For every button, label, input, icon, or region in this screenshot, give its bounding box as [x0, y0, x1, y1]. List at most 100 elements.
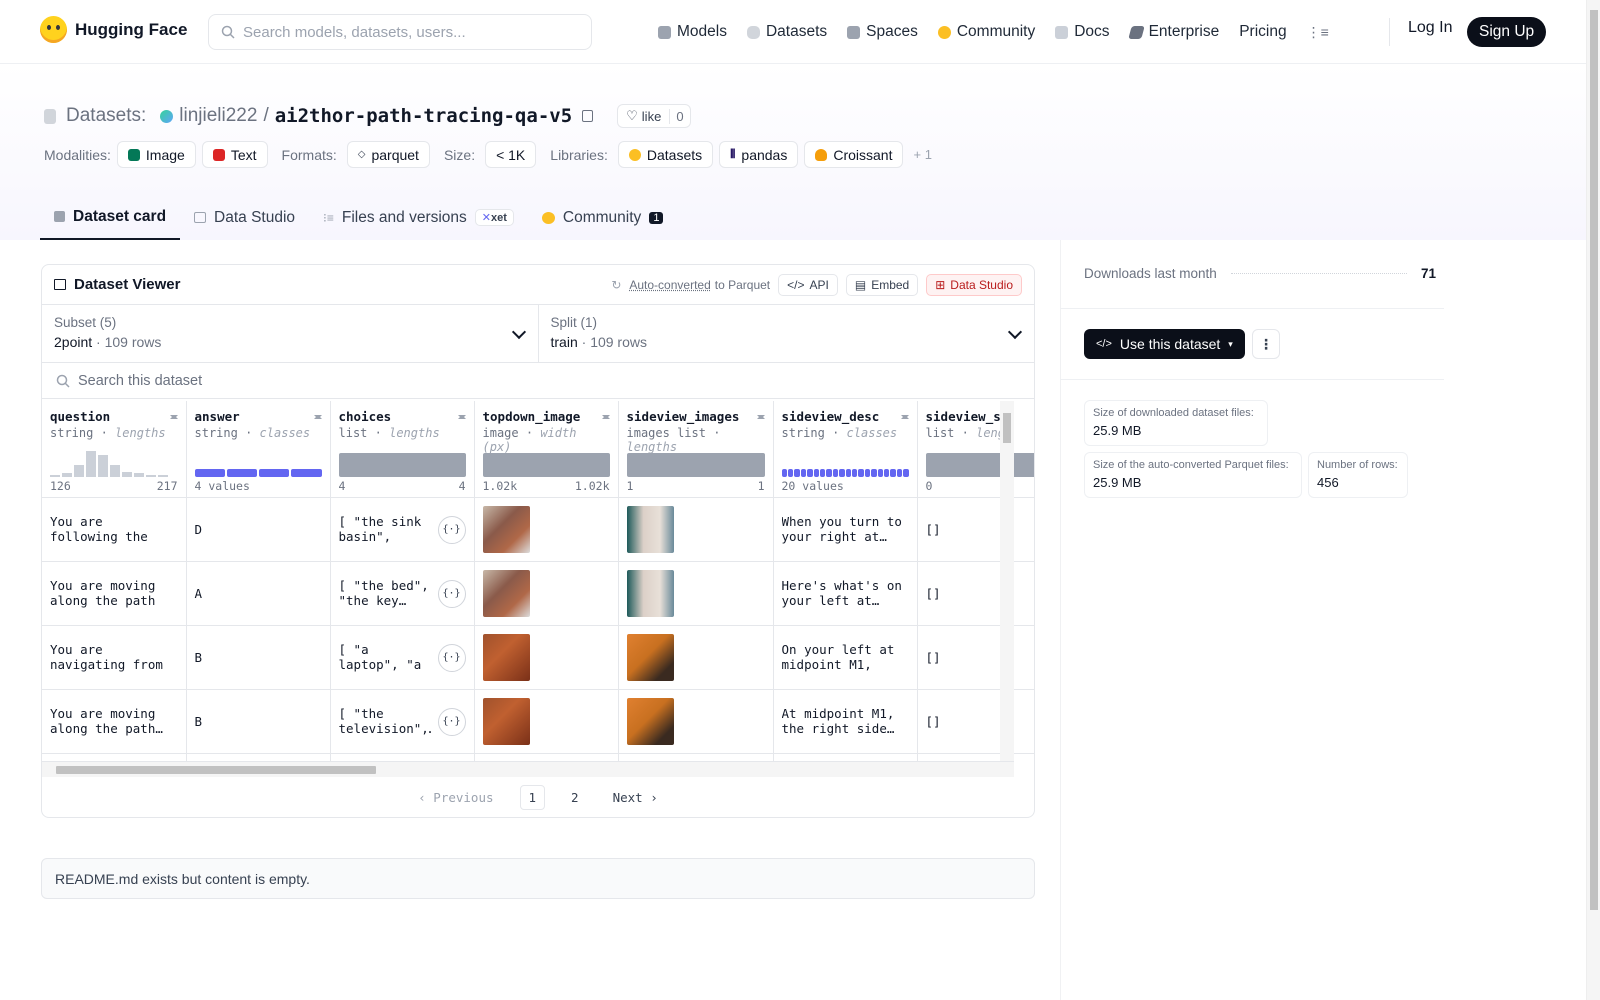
width-histogram[interactable] [482, 452, 610, 477]
cell-choices[interactable] [330, 753, 475, 761]
cell-answer[interactable] [186, 753, 331, 761]
cell-topdown-image[interactable] [474, 689, 619, 754]
sort-icon[interactable] [756, 411, 765, 423]
sideview-image-thumbnail[interactable] [626, 505, 674, 553]
length-histogram[interactable] [925, 452, 1034, 477]
cell-sideview-desc[interactable]: When you turn to your right at… [773, 497, 918, 562]
cell-choices[interactable]: [ "the sink basin", "the… {·} [330, 497, 475, 562]
table-row[interactable]: You are navigating from waypoint 1 t… B … [42, 625, 1034, 690]
cell-topdown-image[interactable] [474, 625, 619, 690]
cell-question[interactable]: You are moving along the path… [42, 689, 187, 754]
topdown-image-thumbnail[interactable] [482, 569, 530, 617]
scrollbar-thumb[interactable] [1003, 413, 1011, 443]
copy-icon[interactable] [582, 110, 594, 122]
tab-dataset-card[interactable]: Dataset card [40, 195, 181, 240]
column-header-choices[interactable]: choices list · lengths 44 [330, 401, 475, 498]
cell-choices[interactable]: [ "the television",… {·} [330, 689, 475, 754]
nav-models[interactable]: Models [658, 23, 727, 41]
sort-icon[interactable] [457, 411, 466, 423]
next-page-button[interactable]: Next › [605, 786, 666, 809]
more-libraries[interactable]: + 1 [913, 147, 931, 162]
scrollbar-thumb[interactable] [56, 766, 376, 774]
cell-question[interactable] [42, 753, 187, 761]
tag-datasets-lib[interactable]: Datasets [617, 141, 714, 168]
subset-select[interactable]: Subset (5) 2point · 109 rows [42, 305, 538, 362]
nav-docs[interactable]: Docs [1055, 23, 1110, 41]
json-expand-icon[interactable]: {·} [437, 643, 466, 672]
column-header-sideview-seq[interactable]: sideview_se list · lengt 0 [917, 401, 1034, 498]
previous-page-button[interactable]: ‹ Previous [410, 786, 501, 809]
cell-sideview-seq[interactable]: [] [917, 497, 1034, 562]
more-options-button[interactable]: ⋮ [1252, 329, 1280, 359]
table-row[interactable]: You are following the path from… D [ "th… [42, 497, 1034, 562]
cell-answer[interactable]: D [186, 497, 331, 562]
length-histogram[interactable] [50, 449, 168, 477]
tag-text[interactable]: Text [201, 141, 268, 168]
cell-sideview-seq[interactable]: [] [917, 689, 1034, 754]
table-vertical-scrollbar[interactable] [1000, 401, 1014, 761]
auto-converted-link[interactable]: Auto-converted [629, 278, 710, 292]
cell-choices[interactable]: [ "a laptop", "a sofa", "a… {·} [330, 625, 475, 690]
tab-community[interactable]: Community 1 [528, 195, 678, 240]
page-1-button[interactable]: 1 [519, 784, 546, 810]
tag-croissant[interactable]: Croissant [804, 141, 904, 168]
json-expand-icon[interactable]: {·} [437, 515, 466, 544]
cell-answer[interactable]: B [186, 625, 331, 690]
cell-question[interactable]: You are navigating from waypoint 1 t… [42, 625, 187, 690]
scrollbar-thumb[interactable] [1590, 10, 1598, 910]
topdown-image-thumbnail[interactable] [482, 505, 530, 553]
cell-topdown-image[interactable] [474, 561, 619, 626]
nav-pricing[interactable]: Pricing [1239, 23, 1286, 41]
signup-button[interactable]: Sign Up [1467, 17, 1547, 47]
menu-icon[interactable]: ⋮≡ [1307, 24, 1329, 41]
cell-sideview-desc[interactable]: At midpoint M1, the right side… [773, 689, 918, 754]
cell-sideview-images[interactable] [618, 561, 774, 626]
sideview-image-thumbnail[interactable] [626, 569, 674, 617]
class-distribution-bar[interactable] [194, 468, 322, 477]
embed-button[interactable]: ▤ Embed [845, 273, 919, 296]
json-expand-icon[interactable]: {·} [437, 707, 466, 736]
column-header-sideview-images[interactable]: sideview_images images list · lengths 11 [618, 401, 774, 498]
cell-topdown-image[interactable] [474, 753, 619, 761]
nav-datasets[interactable]: Datasets [746, 23, 827, 41]
cell-sideview-images[interactable] [618, 625, 774, 690]
cell-sideview-seq[interactable]: [] [917, 561, 1034, 626]
owner-link[interactable]: linjieli222 [179, 105, 257, 127]
data-studio-button[interactable]: ⊞ Data Studio [926, 273, 1022, 296]
nav-enterprise[interactable]: Enterprise [1127, 23, 1219, 41]
class-distribution-bar[interactable] [781, 468, 909, 477]
login-button[interactable]: Log In [1408, 19, 1452, 37]
hf-logo[interactable]: Hugging Face [40, 16, 187, 43]
length-histogram[interactable] [626, 452, 765, 477]
split-select[interactable]: Split (1) train · 109 rows [537, 305, 1035, 362]
tag-image[interactable]: Image [116, 141, 196, 168]
sort-icon[interactable] [601, 411, 610, 423]
cell-question[interactable]: You are following the path from… [42, 497, 187, 562]
page-2-button[interactable]: 2 [563, 786, 587, 809]
cell-sideview-desc[interactable] [773, 753, 918, 761]
sort-icon[interactable] [900, 411, 909, 423]
cell-question[interactable]: You are moving along the path 2→… [42, 561, 187, 626]
column-header-topdown-image[interactable]: topdown_image image · width (px) 1.02k 1.… [474, 401, 619, 498]
page-scrollbar[interactable] [1586, 0, 1600, 1000]
cell-sideview-images[interactable] [618, 753, 774, 761]
cell-sideview-desc[interactable]: Here's what's on your left at… [773, 561, 918, 626]
tag-pandas[interactable]: ⦀ pandas [719, 141, 799, 168]
nav-community[interactable]: Community [937, 23, 1035, 41]
sort-icon[interactable] [313, 411, 322, 423]
topdown-image-thumbnail[interactable] [482, 633, 530, 681]
sort-icon[interactable] [169, 411, 178, 423]
length-histogram[interactable] [338, 452, 466, 477]
datasets-label[interactable]: Datasets: [66, 105, 146, 127]
topdown-image-thumbnail[interactable] [482, 697, 530, 745]
tag-size[interactable]: < 1K [485, 141, 537, 168]
global-search-input[interactable]: Search models, datasets, users... [208, 14, 592, 50]
table-horizontal-scrollbar[interactable] [42, 761, 1014, 777]
cell-sideview-desc[interactable]: On your left at midpoint M1, you… [773, 625, 918, 690]
column-header-sideview-desc[interactable]: sideview_desc string · classes 20 values [773, 401, 918, 498]
json-expand-icon[interactable]: {·} [437, 579, 466, 608]
like-button[interactable]: ♡ like 0 [617, 104, 691, 128]
cell-answer[interactable]: A [186, 561, 331, 626]
dataset-search-input[interactable]: Search this dataset [42, 363, 1034, 399]
cell-sideview-images[interactable] [618, 497, 774, 562]
